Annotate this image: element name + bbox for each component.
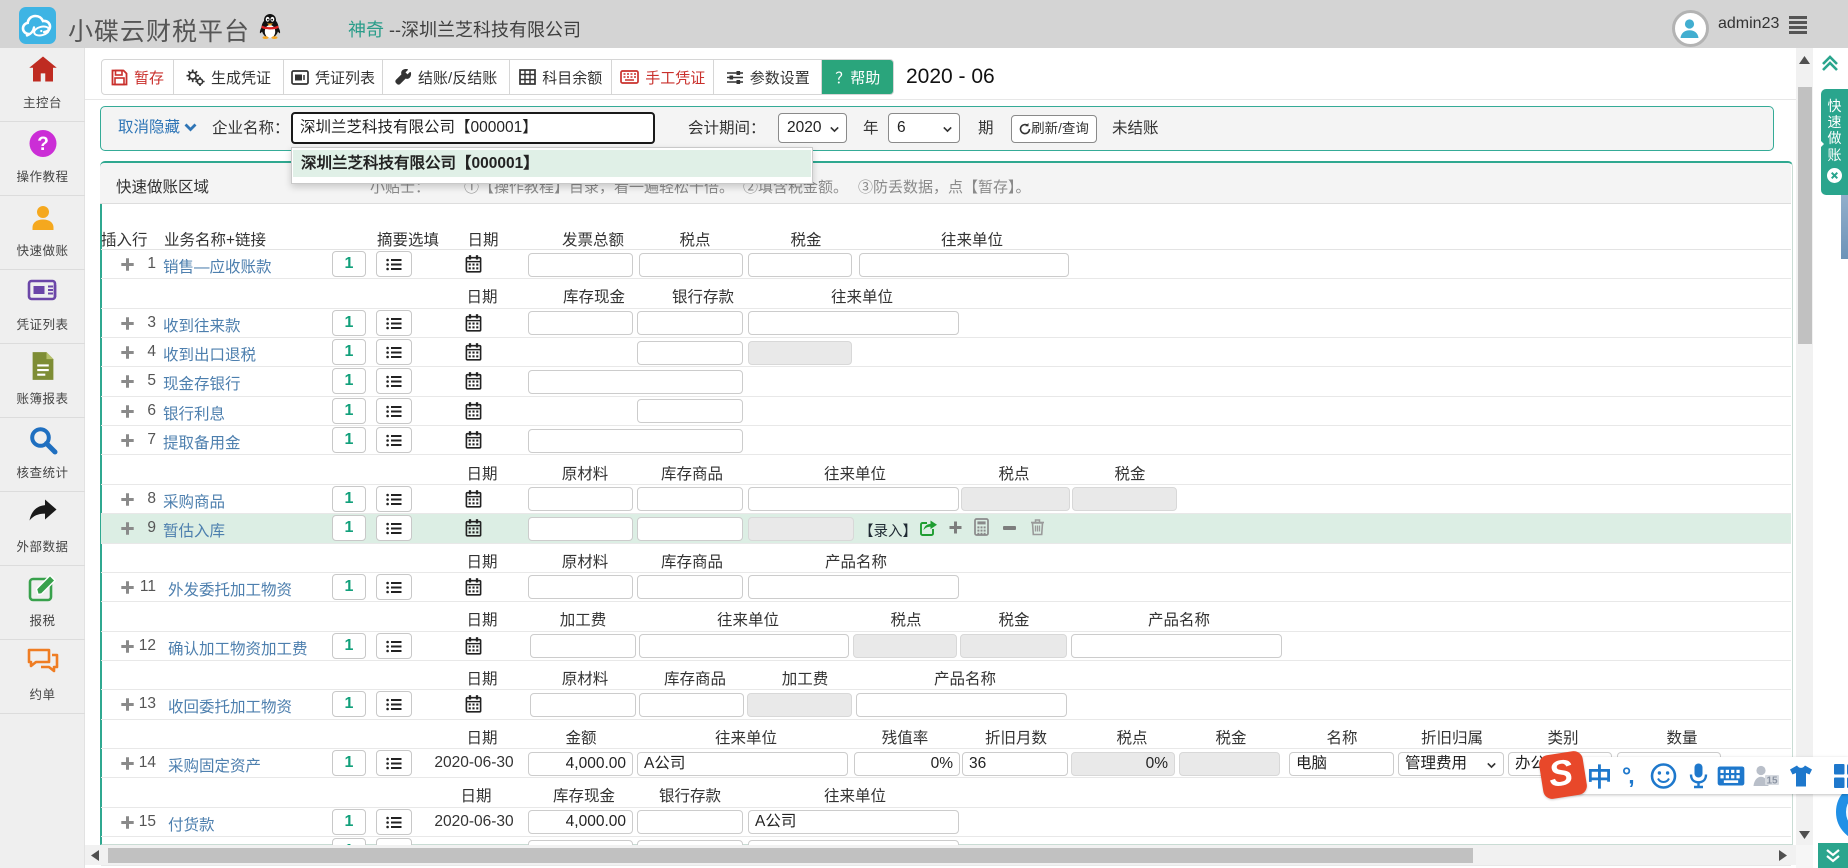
svg-text:15: 15 <box>1766 775 1778 786</box>
svg-text:?: ? <box>37 134 49 155</box>
